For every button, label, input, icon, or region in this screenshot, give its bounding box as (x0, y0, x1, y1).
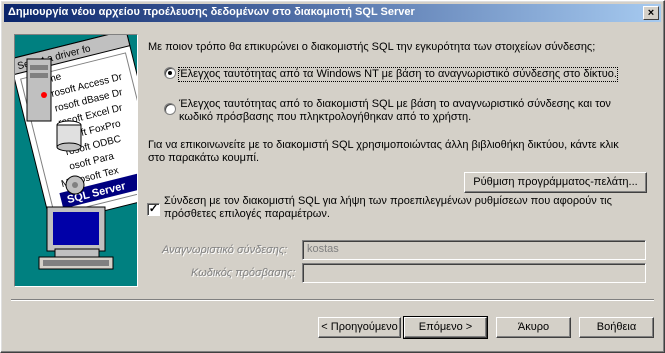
auth-windows-radio[interactable] (164, 67, 176, 79)
network-library-text-line2: στο παρακάτω κουμπί. (148, 152, 260, 164)
wizard-illustration-graphic: Select a driver fo me rosoft Access Dr r… (15, 35, 137, 270)
computer-icon (38, 206, 114, 270)
auth-question: Με ποιον τρόπο θα επικυρώνει ο διακομιστ… (148, 41, 596, 53)
window-title: Δημιουργία νέου αρχείου προέλευσης δεδομ… (8, 6, 415, 18)
separator (11, 299, 654, 301)
close-button[interactable]: × (643, 6, 659, 20)
auth-sql-radio[interactable] (164, 103, 176, 115)
login-id-label: Αναγνωριστικό σύνδεσης: (162, 244, 288, 256)
wizard-illustration: Select a driver fo me rosoft Access Dr r… (14, 34, 138, 287)
auth-sql-label-line2[interactable]: κωδικό πρόσβασης που πληκτρολογήθηκαν απ… (179, 111, 471, 124)
login-id-field[interactable]: kostas (302, 240, 646, 260)
connect-sql-checkbox[interactable]: ✓ (147, 203, 160, 216)
next-button[interactable]: Επόμενο > (403, 316, 488, 339)
password-label: Κωδικός πρόσβασης: (191, 267, 296, 279)
radio-selected-dot (168, 71, 172, 75)
password-field[interactable] (302, 263, 646, 283)
network-library-text-line1: Για να επικοινωνείτε με το διακομιστή SQ… (148, 139, 619, 151)
client-configuration-button[interactable]: Ρύθμιση προγράμματος-πελάτη... (464, 172, 647, 193)
auth-windows-label[interactable]: Έλεγχος ταυτότητας από τα Windows NT με … (178, 67, 618, 82)
connect-sql-label-line1[interactable]: Σύνδεση με τον διακομιστή SQL για λήψη τ… (164, 195, 612, 208)
connect-sql-label-line2[interactable]: πρόσθετες επιλογές παραμέτρων. (164, 208, 330, 221)
back-button[interactable]: < Προηγούμενο (318, 317, 401, 338)
help-button[interactable]: Βοήθεια (579, 317, 654, 338)
title-bar[interactable]: Δημιουργία νέου αρχείου προέλευσης δεδομ… (4, 4, 661, 22)
cancel-button[interactable]: Άκυρο (496, 317, 571, 338)
dialog-window: Δημιουργία νέου αρχείου προέλευσης δεδομ… (0, 0, 665, 353)
auth-sql-label-line1[interactable]: Έλεγχος ταυτότητας από το διακομιστή SQL… (179, 98, 611, 111)
